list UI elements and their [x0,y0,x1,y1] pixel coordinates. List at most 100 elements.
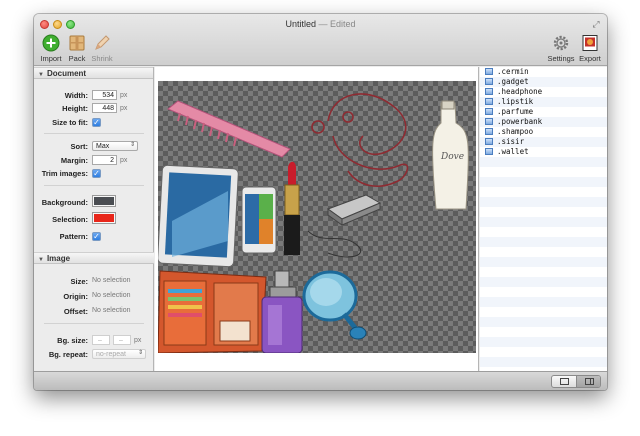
stepper-arrows-icon: ⇕ [129,142,135,148]
lipstik-sprite[interactable] [284,161,300,255]
image-section-header[interactable]: ▼ Image [34,252,154,264]
empty-row [480,257,607,267]
sisir-sprite[interactable] [167,100,291,158]
image-file-icon [485,68,493,75]
fullscreen-icon[interactable]: ⤢ [591,19,601,29]
image-file-icon [485,78,493,85]
list-item[interactable]: .shampoo [480,127,607,137]
document-section-title: Document [46,69,87,78]
width-field[interactable]: 534 [92,90,117,100]
bg-size-unit: px [134,337,142,344]
list-item[interactable]: .cermin [480,67,607,77]
shrink-button[interactable]: Shrink [87,34,117,64]
single-pane-icon [560,378,569,385]
edited-indicator: — Edited [318,19,356,29]
sprite-sheet-canvas[interactable]: Dove [158,81,476,353]
empty-row [480,307,607,317]
inspector-panel: ▼ Document Width: 534 px Height: 448 px Siz… [34,67,154,371]
empty-row [480,227,607,237]
image-file-icon [485,138,493,145]
disclosure-triangle-icon: ▼ [38,72,44,78]
view-mode-segmented-control [551,375,601,388]
list-item[interactable]: .powerbank [480,117,607,127]
image-section-title: Image [46,254,71,263]
headphone-sprite[interactable] [311,93,409,187]
app-window: Untitled — Edited ⤢ Import Pack Shrink S… [34,14,607,390]
sprite-list-items: .cermin .gadget .headphone .lipstik .parfume… [480,67,607,157]
bg-size-width-field[interactable]: – [92,335,110,345]
sprite-name: .headphone [497,87,543,96]
empty-row [480,207,607,217]
size-to-fit-label: Size to fit: [52,118,88,127]
empty-row [480,297,607,307]
height-field[interactable]: 448 [92,103,117,113]
offset-value: No selection [92,307,131,314]
view-mode-single[interactable] [552,376,577,387]
bg-repeat-label: Bg. repeat: [48,350,88,359]
size-to-fit-checkbox[interactable]: ✓ [92,118,101,127]
cermin-sprite[interactable] [302,270,367,340]
size-to-fit-row: Size to fit: ✓ [34,117,154,129]
empty-row [480,157,607,167]
pattern-row: Pattern: ✓ [34,231,154,243]
list-item[interactable]: .wallet [480,147,607,157]
empty-row [480,357,607,367]
export-button[interactable]: Export [575,34,605,64]
sort-value: Max [96,143,110,150]
height-label: Height: [62,104,88,113]
svg-text:Dove: Dove [440,152,464,162]
view-mode-split[interactable] [577,376,600,387]
empty-row [480,247,607,257]
sort-label: Sort: [70,142,89,151]
list-item[interactable]: .sisir [480,137,607,147]
plus-circle-icon [41,34,61,52]
image-file-icon [485,108,493,115]
sprite-name: .wallet [497,147,529,156]
bg-repeat-select[interactable]: no-repeat ⇕ [92,349,146,359]
document-section-header[interactable]: ▼ Document [34,67,153,79]
size-row: Size: No selection [34,276,154,288]
sort-select[interactable]: Max ⇕ [92,141,138,151]
sprite-name: .parfume [497,107,534,116]
list-item[interactable]: .parfume [480,107,607,117]
pattern-checkbox[interactable]: ✓ [92,232,101,241]
list-item[interactable]: .gadget [480,77,607,87]
margin-field[interactable]: 2 [92,155,117,165]
bg-size-height-field[interactable]: – [113,335,131,345]
shampoo-sprite[interactable]: Dove [432,100,469,210]
background-color-well[interactable] [92,195,116,207]
sprite-name: .lipstik [497,97,534,106]
list-item[interactable]: .headphone [480,87,607,97]
wallet-sprite[interactable] [158,270,267,353]
selection-label: Selection: [52,215,88,224]
trim-images-checkbox[interactable]: ✓ [92,169,101,178]
powerbank-sprite[interactable] [307,194,382,258]
settings-button[interactable]: Settings [546,34,576,64]
sprite-name: .powerbank [497,117,543,126]
sprite-name: .gadget [497,77,529,86]
sprite-name: .cermin [497,67,529,76]
parfume-sprite[interactable] [261,270,303,353]
sprite-name: .sisir [497,137,525,146]
sprite-artwork: Dove [158,93,469,353]
bg-size-row: Bg. size: – – px [34,335,154,347]
height-unit: px [120,105,128,112]
selection-color-well[interactable] [92,212,116,224]
origin-value: No selection [92,292,131,299]
empty-row [480,167,607,177]
phone-sprite[interactable] [241,186,277,254]
list-item[interactable]: .lipstik [480,97,607,107]
disclosure-triangle-icon: ▼ [38,257,44,263]
window-title: Untitled — Edited [34,19,607,29]
divider [44,133,144,134]
tablet-sprite[interactable] [158,164,239,268]
sort-row: Sort: Max ⇕ [34,141,154,153]
export-label: Export [579,54,601,63]
background-swatch [94,197,114,205]
offset-row: Offset: No selection [34,306,154,318]
selection-row: Selection: [34,212,154,226]
export-image-icon [580,34,600,52]
split-pane-icon [585,378,594,385]
selection-swatch [94,214,114,222]
margin-row: Margin: 2 px [34,155,154,167]
